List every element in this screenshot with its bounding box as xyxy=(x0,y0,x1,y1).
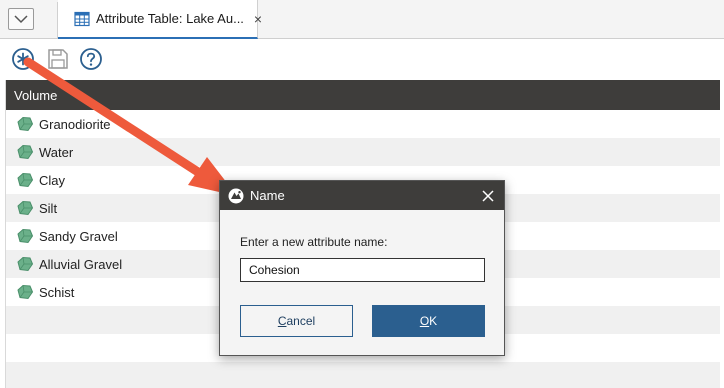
cancel-button-label: Cancel xyxy=(277,314,316,328)
column-header-volume[interactable]: Volume xyxy=(6,80,720,110)
tab-label: Attribute Table: Lake Au... xyxy=(96,11,244,26)
table-row[interactable]: Granodiorite xyxy=(6,110,720,138)
volume-icon xyxy=(16,284,34,300)
asterisk-circle-icon xyxy=(12,48,34,70)
volume-icon xyxy=(16,116,34,132)
toolbar xyxy=(0,40,724,80)
help-icon xyxy=(80,48,102,70)
save-icon xyxy=(48,49,68,69)
chevron-down-icon xyxy=(14,15,28,24)
ok-button-label: OK xyxy=(419,314,438,328)
dialog-title-bar: Name xyxy=(220,181,504,210)
row-label: Silt xyxy=(39,200,58,216)
row-label: Granodiorite xyxy=(39,116,111,132)
table-grid-icon xyxy=(74,11,90,27)
row-label: Sandy Gravel xyxy=(39,228,118,244)
dialog-title: Name xyxy=(250,188,285,203)
volume-icon xyxy=(16,256,34,272)
attribute-name-input[interactable] xyxy=(240,258,485,282)
tab-bar: Attribute Table: Lake Au... × xyxy=(0,0,724,39)
volume-icon xyxy=(16,228,34,244)
name-dialog: Name Enter a new attribute name: Cancel … xyxy=(219,180,505,356)
table-row[interactable]: Water xyxy=(6,138,720,166)
column-header-label: Volume xyxy=(14,87,58,103)
save-button[interactable] xyxy=(45,46,71,72)
cancel-button[interactable]: Cancel xyxy=(240,305,353,337)
app-logo-icon xyxy=(228,188,244,204)
new-attribute-button[interactable] xyxy=(10,46,36,72)
table-row-empty xyxy=(6,362,720,388)
help-button[interactable] xyxy=(78,46,104,72)
dialog-prompt: Enter a new attribute name: xyxy=(240,235,388,249)
close-icon xyxy=(482,189,494,202)
tab-list-dropdown-button[interactable] xyxy=(8,8,34,30)
ok-button[interactable]: OK xyxy=(372,305,485,337)
tab-close-icon[interactable]: × xyxy=(254,11,262,27)
volume-icon xyxy=(16,172,34,188)
tab-attribute-table[interactable]: Attribute Table: Lake Au... × xyxy=(58,0,262,39)
dialog-close-button[interactable] xyxy=(480,188,496,204)
row-label: Clay xyxy=(39,172,66,188)
row-label: Alluvial Gravel xyxy=(39,256,123,272)
volume-icon xyxy=(16,144,34,160)
row-label: Schist xyxy=(39,284,75,300)
volume-icon xyxy=(16,200,34,216)
row-label: Water xyxy=(39,144,74,160)
